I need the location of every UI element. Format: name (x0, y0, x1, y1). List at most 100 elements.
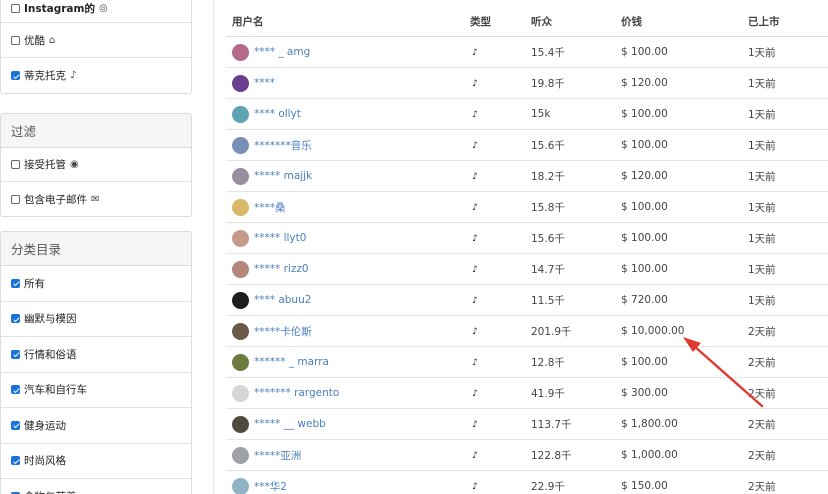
type-cell: ♪ (470, 77, 531, 89)
table-row[interactable]: **** _ amg ♪ 15.4千 $ 100.00 1天前 (226, 37, 828, 68)
type-cell: ♪ (470, 139, 531, 151)
category-label: 所有 (24, 277, 45, 290)
header-audience[interactable]: 听众 (531, 14, 621, 29)
avatar (232, 167, 249, 185)
username-cell: ***华2 (226, 477, 470, 494)
table-row[interactable]: ******* rargento ♪ 41.9千 $ 300.00 2天前 (226, 378, 828, 409)
table-row[interactable]: ****** _ marra ♪ 12.8千 $ 100.00 2天前 (226, 347, 828, 378)
table-row[interactable]: **** ollyt ♪ 15k $ 100.00 1天前 (226, 99, 828, 130)
checkbox[interactable] (11, 456, 20, 466)
username-cell: ***** majjk (226, 167, 470, 185)
username-link[interactable]: ******* rargento (254, 387, 339, 399)
header-listed[interactable]: 已上市 (748, 14, 828, 29)
category-option[interactable]: 幽默与模因 (1, 302, 191, 337)
table-row[interactable]: **** abuu2 ♪ 11.5千 $ 720.00 1天前 (226, 285, 828, 316)
checkbox[interactable] (11, 420, 20, 430)
platform-tiktok-option[interactable]: 蒂克托克 ♪ (1, 58, 191, 93)
username-link[interactable]: ***** rizz0 (254, 263, 309, 275)
filter-email-option[interactable]: 包含电子邮件 ✉ (1, 182, 191, 216)
tiktok-icon: ♪ (472, 358, 478, 368)
audience-cell: 18.2千 (531, 170, 565, 183)
price-cell: $ 10,000.00 (621, 325, 685, 337)
audience-cell: 11.5千 (531, 294, 565, 307)
email-icon: ✉ (91, 193, 100, 205)
tiktok-icon: ♪ (472, 420, 478, 430)
type-cell: ♪ (470, 232, 531, 244)
tiktok-icon: ♪ (472, 203, 478, 213)
username-link[interactable]: **** abuu2 (254, 294, 311, 306)
username-link[interactable]: **** _ amg (254, 46, 310, 58)
category-option[interactable]: 食物与营养 (1, 479, 191, 494)
type-cell: ♪ (470, 263, 531, 275)
username-cell: ***** rizz0 (226, 260, 470, 278)
filter-panel: 过滤 接受托管 ◉ 包含电子邮件 ✉ (0, 113, 192, 217)
avatar (232, 260, 249, 278)
table-row[interactable]: *******音乐 ♪ 15.6千 $ 100.00 1天前 (226, 130, 828, 161)
type-cell: ♪ (470, 294, 531, 306)
table-row[interactable]: ***** rizz0 ♪ 14.7千 $ 100.00 1天前 (226, 254, 828, 285)
username-link[interactable]: *****亚洲 (254, 448, 301, 463)
listed-cell: 2天前 (748, 480, 776, 493)
listed-cell: 1天前 (748, 232, 776, 245)
category-option[interactable]: 行情和俗语 (1, 337, 191, 373)
header-price[interactable]: 价钱 (621, 14, 748, 29)
checkbox[interactable] (11, 160, 20, 169)
checkbox[interactable] (11, 71, 20, 80)
header-username[interactable]: 用户名 (226, 14, 470, 29)
table-row[interactable]: **** ♪ 19.8千 $ 120.00 1天前 (226, 68, 828, 99)
checkbox[interactable] (11, 194, 20, 204)
category-option[interactable]: 时尚风格 (1, 444, 191, 479)
table-row[interactable]: ***** llyt0 ♪ 15.6千 $ 100.00 1天前 (226, 223, 828, 254)
sidebar: Instagram的 ◎ 优酷 ⌂ 蒂克托克 ♪ 过滤 接受托管 ◉ 包含电子邮… (0, 0, 193, 494)
audience-cell: 113.7千 (531, 418, 572, 431)
username-link[interactable]: ***** majjk (254, 170, 312, 182)
checkbox[interactable] (11, 35, 20, 45)
audience-cell: 15.4千 (531, 46, 565, 59)
listed-cell: 2天前 (748, 356, 776, 369)
table-row[interactable]: ***华2 ♪ 22.9千 $ 150.00 2天前 (226, 471, 828, 494)
header-type[interactable]: 类型 (470, 14, 531, 29)
avatar (232, 322, 249, 340)
username-link[interactable]: **** ollyt (254, 108, 301, 120)
type-cell: ♪ (470, 356, 531, 368)
tiktok-icon: ♪ (472, 79, 478, 89)
filter-escrow-option[interactable]: 接受托管 ◉ (1, 148, 191, 182)
username-link[interactable]: **** (254, 77, 275, 89)
price-cell: $ 100.00 (621, 139, 668, 151)
username-link[interactable]: ***华2 (254, 479, 287, 494)
category-title: 分类目录 (1, 232, 191, 266)
table-row[interactable]: ***** majjk ♪ 18.2千 $ 120.00 1天前 (226, 161, 828, 192)
listed-cell: 1天前 (748, 46, 776, 59)
avatar (232, 477, 249, 494)
platform-youku-option[interactable]: 优酷 ⌂ (1, 23, 191, 58)
listed-cell: 1天前 (748, 77, 776, 90)
checkbox[interactable] (11, 278, 20, 288)
audience-cell: 14.7千 (531, 263, 565, 276)
username-link[interactable]: ****桑 (254, 200, 286, 215)
username-cell: ******* rargento (226, 384, 470, 402)
category-option[interactable]: 所有 (1, 266, 191, 302)
username-cell: **** ollyt (226, 105, 470, 123)
table-row[interactable]: *****亚洲 ♪ 122.8千 $ 1,000.00 2天前 (226, 440, 828, 471)
category-option[interactable]: 汽车和自行车 (1, 373, 191, 408)
table-row[interactable]: ***** __ webb ♪ 113.7千 $ 1,800.00 2天前 (226, 409, 828, 440)
username-cell: ***** llyt0 (226, 229, 470, 247)
type-cell: ♪ (470, 46, 531, 58)
audience-cell: 122.8千 (531, 449, 572, 462)
username-link[interactable]: ****** _ marra (254, 356, 329, 368)
username-link[interactable]: ***** __ webb (254, 418, 326, 430)
category-option[interactable]: 健身运动 (1, 408, 191, 444)
tiktok-icon: ♪ (472, 265, 478, 275)
platform-instagram-option[interactable]: Instagram的 ◎ (1, 0, 191, 23)
table-row[interactable]: ****桑 ♪ 15.8千 $ 100.00 1天前 (226, 192, 828, 223)
checkbox[interactable] (11, 4, 20, 13)
checkbox[interactable] (11, 314, 20, 324)
checkbox[interactable] (11, 385, 20, 395)
username-link[interactable]: *****卡伦斯 (254, 324, 312, 339)
username-link[interactable]: ***** llyt0 (254, 232, 306, 244)
username-link[interactable]: *******音乐 (254, 138, 312, 153)
username-cell: ****桑 (226, 198, 470, 216)
table-row[interactable]: *****卡伦斯 ♪ 201.9千 $ 10,000.00 2天前 (226, 316, 828, 347)
checkbox[interactable] (11, 349, 20, 359)
listings-table: 用户名 类型 听众 价钱 已上市 **** _ amg ♪ 15.4千 $ 100.0… (226, 6, 828, 494)
